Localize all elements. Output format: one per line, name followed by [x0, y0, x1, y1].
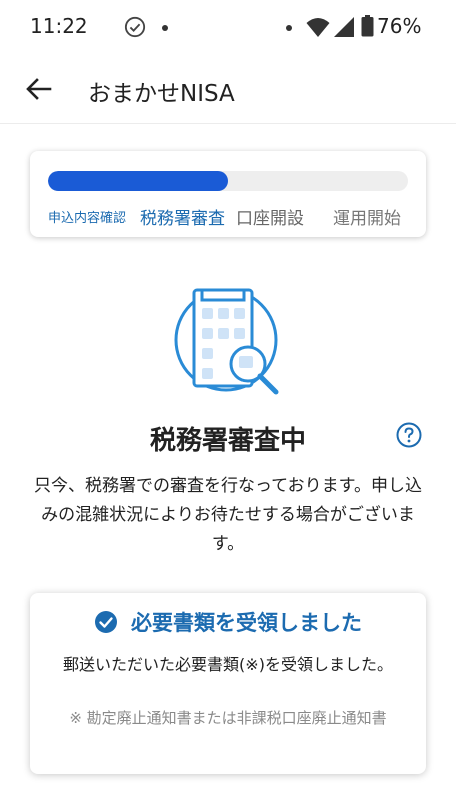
progress-bar [48, 171, 408, 191]
documents-received-title: 必要書類を受領しました [131, 611, 363, 635]
check-circle-outline-icon [124, 16, 146, 38]
progress-bar-fill [48, 171, 228, 191]
progress-card: 申込内容確認 税務署審査 口座開設 運用開始 [30, 151, 426, 237]
status-description: 只今、税務署での審査を行なっております。申し込みの混雑状況によりお待たせする場合… [34, 476, 422, 554]
step-investment-start: 運用開始 [333, 209, 401, 229]
progress-steps: 申込内容確認 税務署審査 口座開設 運用開始 [48, 204, 412, 229]
step-application-review: 申込内容確認 [48, 211, 127, 226]
documents-received-card: 必要書類を受領しました 郵送いただいた必要書類(※)を受領しました。 ※ 勘定廃… [30, 593, 426, 774]
documents-received-title-row: 必要書類を受領しました [30, 607, 426, 637]
step-account-opening: 口座開設 [236, 209, 304, 229]
arrow-left-icon[interactable] [22, 72, 56, 106]
check-circle-icon [94, 611, 117, 633]
status-time: 11:22 [30, 14, 88, 38]
app-bar: おまかせNISA [0, 54, 456, 124]
step-tax-office-review: 税務署審査 [140, 209, 225, 229]
building-search-icon [174, 288, 279, 395]
question-circle-icon[interactable] [396, 422, 422, 448]
notification-dot-icon [162, 25, 168, 31]
cell-signal-icon [334, 17, 354, 37]
wifi-icon [306, 18, 330, 37]
notification-dot-icon [286, 25, 292, 31]
battery-percent: 76% [377, 14, 422, 38]
documents-received-note: ※ 勘定廃止通知書または非課税口座廃止通知書 [69, 709, 387, 727]
page-title: おまかせNISA [88, 81, 235, 107]
status-heading: 税務署審査中 [149, 426, 306, 456]
battery-icon [361, 15, 374, 37]
status-bar: 11:22 76% [0, 0, 456, 54]
documents-received-body: 郵送いただいた必要書類(※)を受領しました。 [63, 655, 393, 674]
